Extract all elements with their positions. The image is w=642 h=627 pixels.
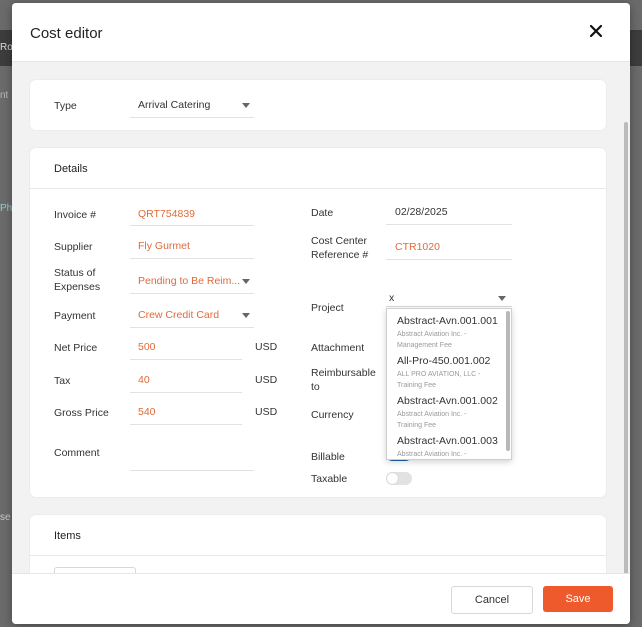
attachment-label: Attachment bbox=[311, 342, 365, 354]
project-underline bbox=[386, 306, 512, 307]
tax-input[interactable]: 40 bbox=[138, 374, 150, 386]
supplier-label: Supplier bbox=[54, 241, 93, 253]
date-label: Date bbox=[311, 207, 334, 219]
chevron-down-icon bbox=[242, 279, 250, 284]
type-card: Type Arrival Catering bbox=[30, 80, 606, 130]
date-input[interactable]: 02/28/2025 bbox=[395, 206, 448, 218]
net-price-underline bbox=[130, 359, 242, 360]
project-option[interactable]: All-Pro-450.001.002 ALL PRO AVIATION, LL… bbox=[397, 355, 505, 391]
project-select-value[interactable]: x bbox=[389, 292, 394, 304]
details-section-title: Details bbox=[54, 163, 88, 175]
status-underline bbox=[130, 293, 254, 294]
project-option-company: Abstract Aviation Inc. - bbox=[397, 411, 467, 418]
project-option-company: Abstract Aviation Inc. - bbox=[397, 451, 467, 458]
reimbursable-label: Reimbursable to bbox=[311, 367, 376, 393]
toggle-knob bbox=[387, 473, 398, 484]
taxable-label: Taxable bbox=[311, 473, 348, 485]
background-text: Ph bbox=[0, 203, 13, 214]
payment-underline bbox=[130, 327, 254, 328]
background-header-strip-right bbox=[628, 30, 642, 66]
type-select-underline bbox=[130, 117, 254, 118]
gross-price-input[interactable]: 540 bbox=[138, 406, 156, 418]
close-button[interactable] bbox=[584, 19, 608, 43]
chevron-down-icon bbox=[242, 103, 250, 108]
net-price-input[interactable]: 500 bbox=[138, 341, 156, 353]
net-price-currency: USD bbox=[255, 341, 278, 353]
billable-label: Billable bbox=[311, 451, 345, 463]
items-card: Items bbox=[30, 515, 606, 573]
gross-price-currency: USD bbox=[255, 406, 278, 418]
close-icon bbox=[589, 24, 603, 38]
background-text: Ro bbox=[0, 42, 13, 53]
dialog-body: Type Arrival Catering Details Invoice # … bbox=[12, 62, 630, 573]
dialog-footer bbox=[12, 573, 630, 624]
project-option-company: ALL PRO AVIATION, LLC - bbox=[397, 371, 481, 378]
project-option-code: All-Pro-450.001.002 bbox=[397, 355, 491, 367]
project-option-code: Abstract-Avn.001.003 bbox=[397, 435, 498, 447]
project-option-code: Abstract-Avn.001.002 bbox=[397, 395, 498, 407]
tax-underline bbox=[130, 392, 242, 393]
supplier-input[interactable]: Fly Gurmet bbox=[138, 240, 190, 252]
cost-center-label: Cost Center Reference # bbox=[311, 235, 369, 261]
gross-price-underline bbox=[130, 424, 242, 425]
gross-price-label: Gross Price bbox=[54, 407, 109, 419]
project-option-desc: Training Fee bbox=[397, 422, 437, 429]
project-option-company: Abstract Aviation Inc. - bbox=[397, 331, 467, 338]
chevron-down-icon bbox=[242, 313, 250, 318]
background-text: nt bbox=[0, 90, 9, 101]
dialog-scrollbar[interactable] bbox=[624, 122, 628, 573]
save-button[interactable]: Save bbox=[543, 586, 613, 612]
currency-label: Currency bbox=[311, 409, 354, 421]
items-section-title: Items bbox=[54, 530, 81, 542]
project-option[interactable]: Abstract-Avn.001.001 Abstract Aviation I… bbox=[397, 315, 505, 351]
cancel-button[interactable]: Cancel bbox=[451, 586, 533, 614]
project-option[interactable]: Abstract-Avn.001.002 Abstract Aviation I… bbox=[397, 395, 505, 431]
dialog-header: Cost editor bbox=[12, 3, 630, 62]
comment-label: Comment bbox=[54, 447, 100, 459]
type-label: Type bbox=[54, 100, 77, 112]
project-label: Project bbox=[311, 302, 344, 314]
status-label: Status of Expenses bbox=[54, 267, 101, 293]
project-option-desc: Management Fee bbox=[397, 342, 452, 349]
comment-underline bbox=[130, 470, 254, 471]
taxable-toggle[interactable] bbox=[386, 472, 412, 485]
project-option-desc: Training Fee bbox=[397, 382, 437, 389]
status-select-value[interactable]: Pending to Be Reim... bbox=[138, 275, 240, 287]
items-divider bbox=[30, 555, 606, 556]
dialog-title: Cost editor bbox=[30, 25, 103, 42]
dropdown-scrollbar[interactable] bbox=[506, 311, 510, 451]
chevron-down-icon bbox=[498, 296, 506, 301]
project-dropdown-list: Abstract-Avn.001.001 Abstract Aviation I… bbox=[386, 308, 512, 460]
payment-select-value[interactable]: Crew Credit Card bbox=[138, 309, 219, 321]
date-underline bbox=[386, 224, 512, 225]
details-divider bbox=[30, 188, 606, 189]
details-card: Details Invoice # QRT754839 Supplier Fly… bbox=[30, 148, 606, 497]
cost-editor-dialog: Cost editor Type Arrival Catering Detail… bbox=[12, 3, 630, 624]
background-text: se bbox=[0, 512, 11, 523]
cost-center-underline bbox=[386, 259, 512, 260]
invoice-input[interactable]: QRT754839 bbox=[138, 208, 195, 220]
invoice-underline bbox=[130, 225, 254, 226]
project-option-code: Abstract-Avn.001.001 bbox=[397, 315, 498, 327]
invoice-label: Invoice # bbox=[54, 209, 97, 221]
net-price-label: Net Price bbox=[54, 342, 98, 354]
project-option[interactable]: Abstract-Avn.001.003 Abstract Aviation I… bbox=[397, 435, 505, 459]
supplier-underline bbox=[130, 258, 254, 259]
tax-label: Tax bbox=[54, 375, 71, 387]
tax-currency: USD bbox=[255, 374, 278, 386]
payment-label: Payment bbox=[54, 310, 96, 322]
cost-center-input[interactable]: CTR1020 bbox=[395, 241, 440, 253]
type-select-value[interactable]: Arrival Catering bbox=[138, 99, 210, 111]
